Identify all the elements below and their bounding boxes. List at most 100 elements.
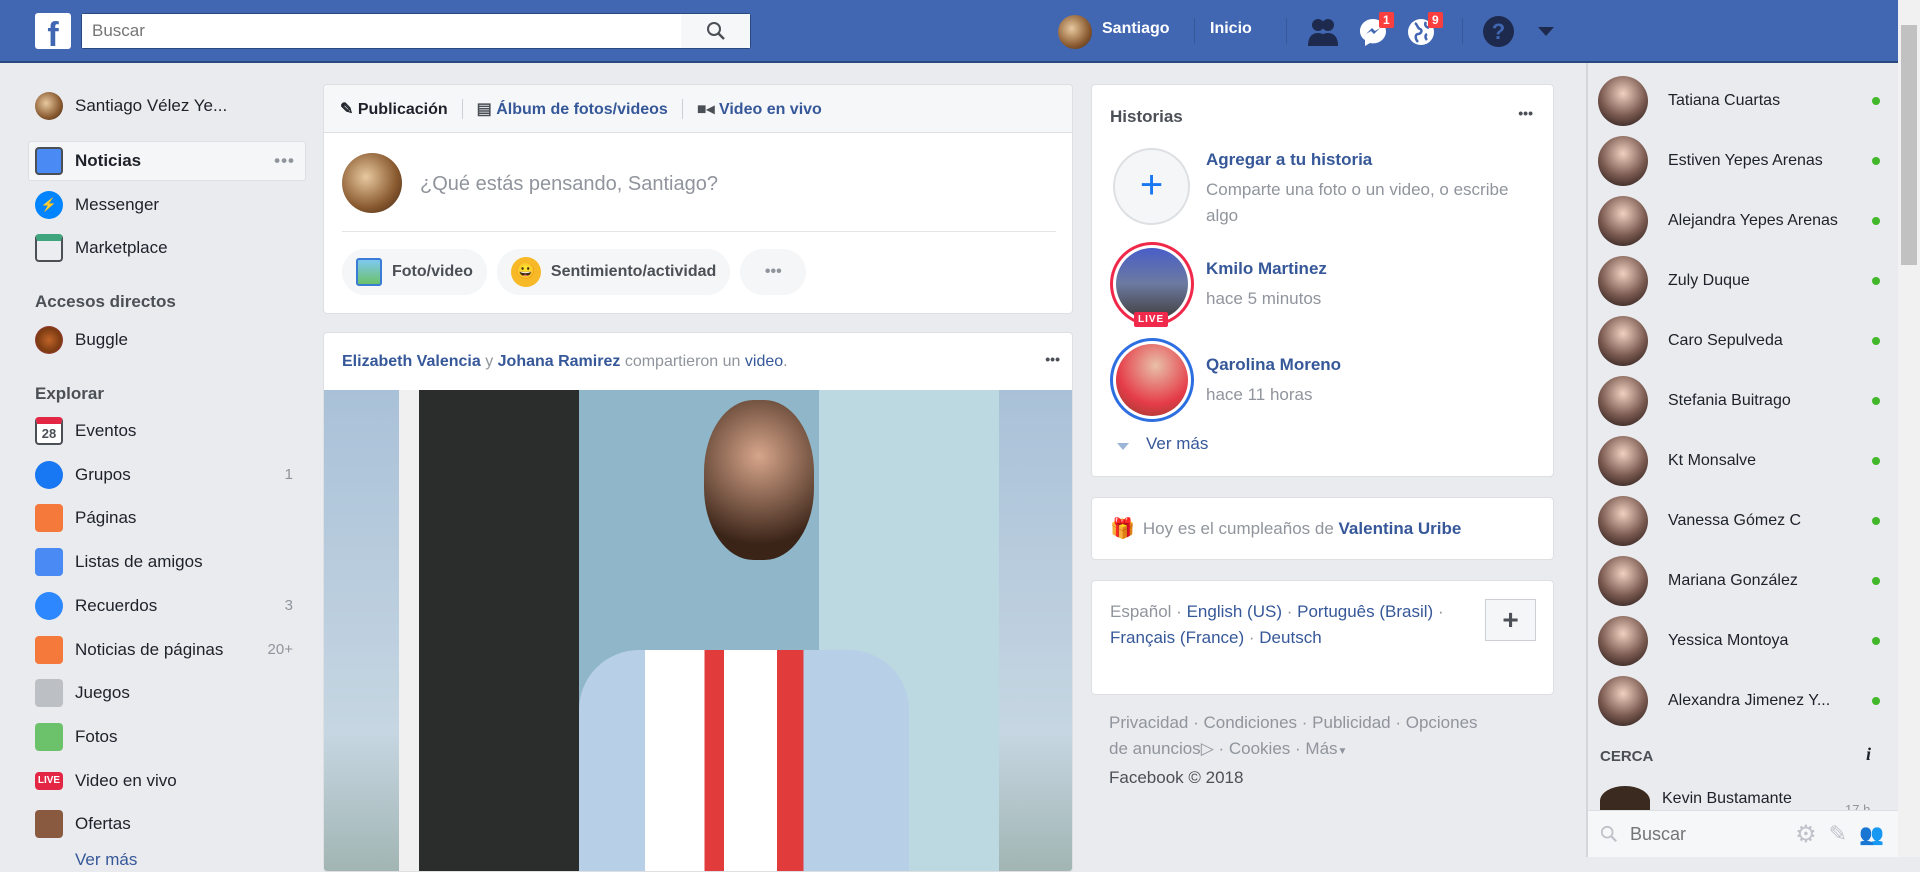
photo-video-button[interactable]: Foto/video <box>342 249 487 295</box>
language-link[interactable]: Deutsch <box>1259 628 1321 647</box>
story-author[interactable]: Kmilo Martinez <box>1206 259 1327 279</box>
chat-contact[interactable]: Stefania Buitrago <box>1598 371 1888 431</box>
chat-contact[interactable]: Kt Monsalve <box>1598 431 1888 491</box>
photos-icon <box>35 722 63 751</box>
language-link[interactable]: Português (Brasil) <box>1297 602 1433 621</box>
footer-link[interactable]: Más <box>1305 739 1337 758</box>
create-group-icon[interactable]: 👥 <box>1859 822 1884 847</box>
friend-requests-icon[interactable] <box>1306 16 1340 46</box>
sidebar-item-eventos[interactable]: 28 Eventos <box>35 413 305 449</box>
add-language-button[interactable]: + <box>1485 599 1536 641</box>
footer-link[interactable]: Condiciones <box>1203 713 1297 732</box>
sidebar-item-noticias-de-p-ginas[interactable]: Noticias de páginas 20+ <box>35 632 305 668</box>
contact-name: Kt Monsalve <box>1668 452 1757 469</box>
footer-link[interactable]: Privacidad <box>1109 713 1188 732</box>
video-link[interactable]: video <box>745 353 783 370</box>
gear-icon[interactable]: ⚙ <box>1795 820 1817 849</box>
page-scrollbar[interactable] <box>1898 0 1920 857</box>
sidebar-item-label: Video en vivo <box>75 770 177 790</box>
sidebar-item-label: Listas de amigos <box>75 552 203 572</box>
story-author[interactable]: Qarolina Moreno <box>1206 355 1341 375</box>
chat-contact[interactable]: Mariana González <box>1598 551 1888 611</box>
info-icon[interactable]: i <box>1866 744 1871 765</box>
stories-see-more-link[interactable]: Ver más <box>1146 434 1208 454</box>
account-menu-caret-icon[interactable] <box>1538 27 1554 36</box>
sidebar-item-noticias[interactable]: Noticias ••• <box>28 141 306 181</box>
sidebar-item-marketplace[interactable]: Marketplace <box>35 230 305 266</box>
online-status-icon <box>1872 697 1880 705</box>
see-more-link[interactable]: Ver más <box>75 850 137 870</box>
video-frame <box>399 390 999 871</box>
compose-icon[interactable]: ✎ <box>1829 821 1847 847</box>
footer-link[interactable]: Publicidad <box>1312 713 1390 732</box>
video-player[interactable] <box>324 390 1072 871</box>
online-status-icon <box>1872 217 1880 225</box>
birthday-person-link[interactable]: Valentina Uribe <box>1339 519 1462 539</box>
sidebar-item-grupos[interactable]: Grupos 1 <box>35 457 305 493</box>
nearby-heading: CERCA <box>1600 748 1654 765</box>
help-icon[interactable]: ? <box>1483 16 1514 47</box>
search-input[interactable] <box>82 14 681 48</box>
more-actions-button[interactable]: ••• <box>740 249 807 295</box>
tab-publicacion[interactable]: ✎ Publicación <box>340 99 448 119</box>
tab-live-video[interactable]: ■◂ Video en vivo <box>697 99 822 119</box>
item-count: 20+ <box>267 641 293 658</box>
profile-avatar <box>35 92 63 120</box>
actor-link[interactable]: Johana Ramirez <box>498 353 621 370</box>
add-story-plus-icon[interactable]: + <box>1113 148 1190 225</box>
more-options-icon[interactable]: ••• <box>274 151 295 171</box>
chat-contact[interactable]: Alejandra Yepes Arenas <box>1598 191 1888 251</box>
sidebar-item-fotos[interactable]: Fotos <box>35 719 305 755</box>
explore-heading: Explorar <box>35 384 104 403</box>
sidebar-profile[interactable]: Santiago Vélez Ye... <box>35 88 305 124</box>
footer-link[interactable]: Cookies <box>1229 739 1290 758</box>
composer-input[interactable]: ¿Qué estás pensando, Santiago? <box>420 173 718 196</box>
stories-options-button[interactable]: ••• <box>1518 105 1533 121</box>
adchoices-icon: ▷ <box>1200 739 1214 758</box>
chat-search-input[interactable] <box>1630 823 1780 845</box>
chat-contact[interactable]: Tatiana Cuartas <box>1598 71 1888 131</box>
chat-avatar <box>1598 316 1648 366</box>
chat-contact[interactable]: Estiven Yepes Arenas <box>1598 131 1888 191</box>
post-options-button[interactable]: ••• <box>1045 351 1060 367</box>
chat-contact[interactable]: Vanessa Gómez C <box>1598 491 1888 551</box>
nearby-contact-name[interactable]: Kevin Bustamante <box>1662 790 1792 808</box>
chat-contact[interactable]: Alexandra Jimenez Y... <box>1598 671 1888 731</box>
tab-album[interactable]: ▤ Álbum de fotos/videos <box>477 99 668 119</box>
chat-contact[interactable]: Yessica Montoya <box>1598 611 1888 671</box>
messages-badge: 1 <box>1379 12 1394 28</box>
contact-name: Mariana González <box>1668 572 1798 589</box>
sidebar-item-label: Messenger <box>75 195 160 214</box>
sidebar-item-buggle[interactable]: Buggle <box>35 322 305 358</box>
composer-card: ✎ Publicación ▤ Álbum de fotos/videos ■◂… <box>323 84 1073 314</box>
online-status-icon <box>1872 457 1880 465</box>
composer-actions: Foto/video 😀 Sentimiento/actividad ••• <box>342 249 807 295</box>
profile-link[interactable]: Santiago <box>1102 20 1170 38</box>
sidebar-item-juegos[interactable]: Juegos <box>35 675 305 711</box>
story-avatar[interactable] <box>1110 338 1194 422</box>
sidebar-item-p-ginas[interactable]: Páginas <box>35 500 305 536</box>
gamepad-icon <box>35 679 63 708</box>
language-link[interactable]: Français (France) <box>1110 628 1244 647</box>
online-status-icon <box>1872 277 1880 285</box>
offers-icon <box>35 810 63 839</box>
sidebar-item-label: Grupos <box>75 464 131 484</box>
add-story-link[interactable]: Agregar a tu historia <box>1206 150 1372 170</box>
sidebar-item-listas-de-amigos[interactable]: Listas de amigos <box>35 544 305 580</box>
item-count: 1 <box>284 466 293 484</box>
feeling-activity-button[interactable]: 😀 Sentimiento/actividad <box>496 249 731 295</box>
sidebar-item-video-en-vivo[interactable]: LIVE Video en vivo <box>35 763 305 799</box>
home-link[interactable]: Inicio <box>1210 20 1252 38</box>
facebook-logo[interactable]: f <box>35 13 71 49</box>
chat-contact[interactable]: Caro Sepulveda <box>1598 311 1888 371</box>
user-avatar[interactable] <box>1058 15 1092 49</box>
chat-contact[interactable]: Zuly Duque <box>1598 251 1888 311</box>
scrollbar-thumb[interactable] <box>1901 25 1917 265</box>
sidebar-item-messenger[interactable]: ⚡ Messenger <box>35 187 305 223</box>
actor-link[interactable]: Elizabeth Valencia <box>342 353 481 370</box>
search-button[interactable] <box>681 14 750 48</box>
feed-post: Elizabeth Valencia y Johana Ramirez comp… <box>323 332 1073 872</box>
sidebar-item-recuerdos[interactable]: Recuerdos 3 <box>35 588 305 624</box>
sidebar-item-ofertas[interactable]: Ofertas <box>35 806 305 842</box>
language-link[interactable]: English (US) <box>1187 602 1282 621</box>
